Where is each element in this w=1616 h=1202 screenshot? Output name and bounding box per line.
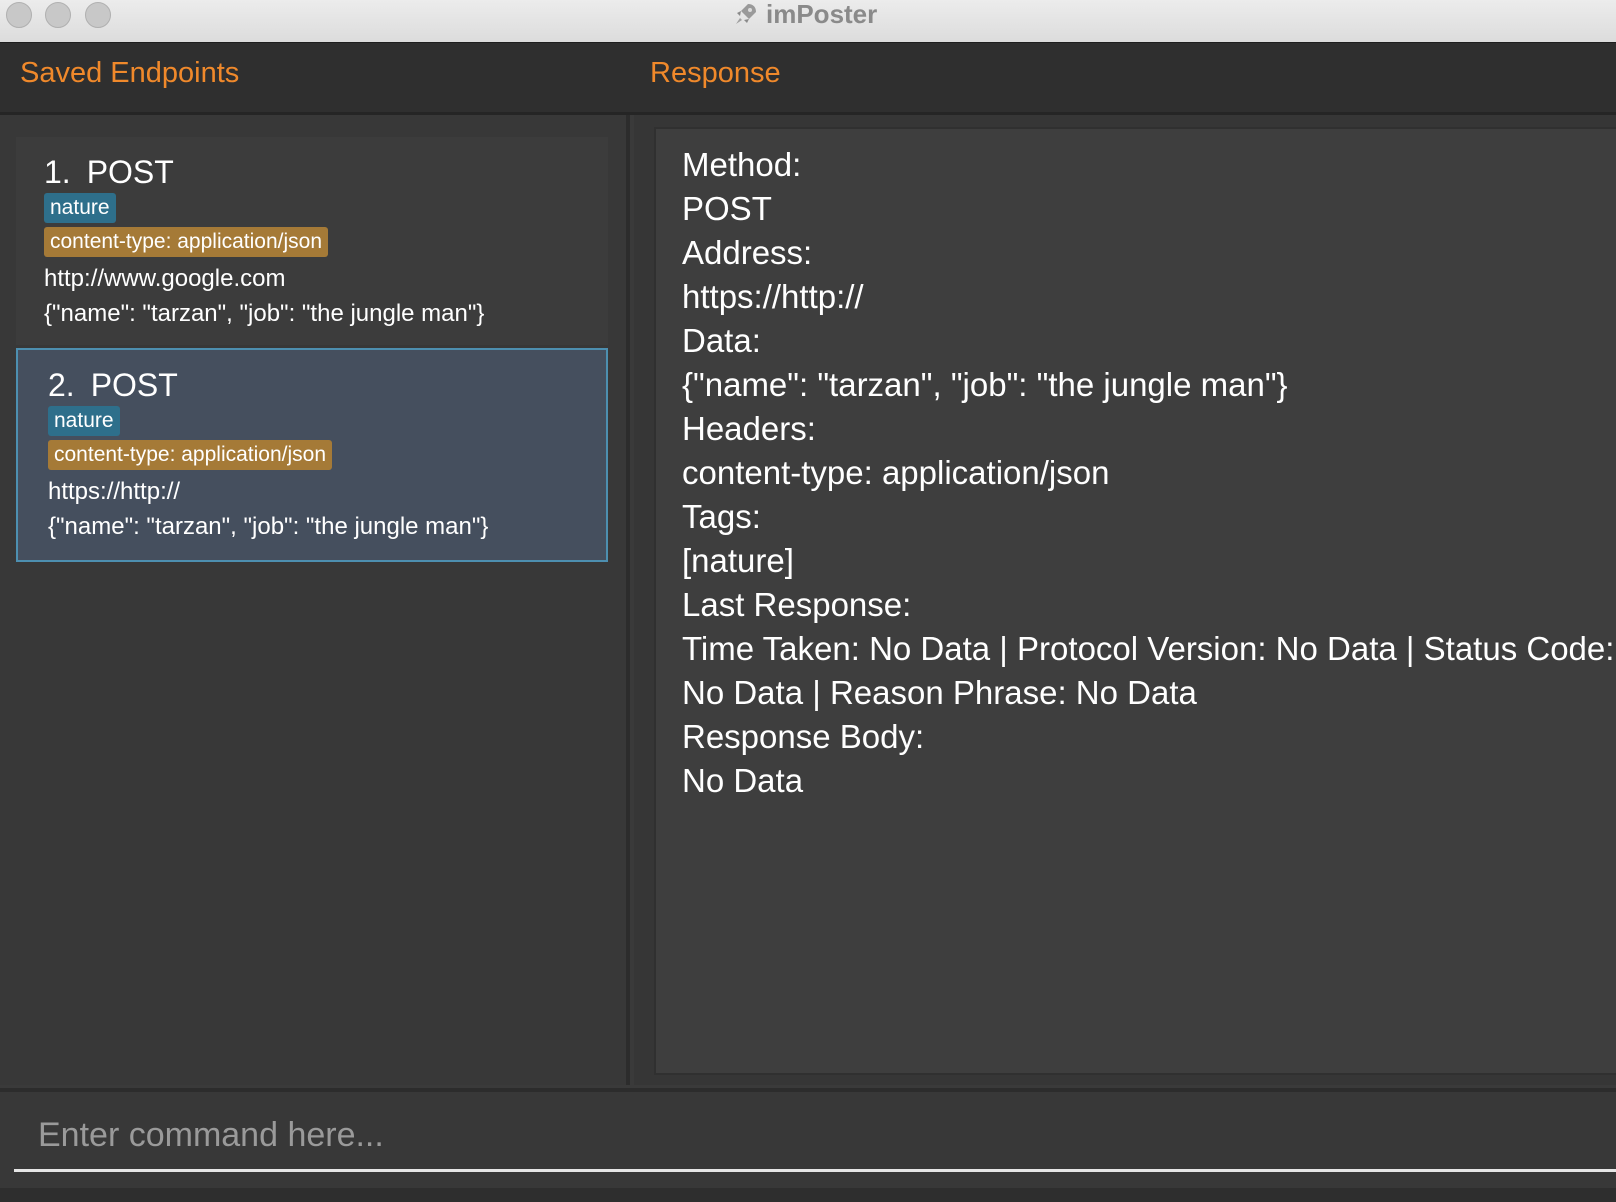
command-box — [0, 1088, 1616, 1202]
minimize-window-button[interactable] — [45, 2, 71, 28]
endpoint-method: POST — [90, 367, 178, 403]
response-address-label: Address: — [682, 234, 813, 271]
response-method-value: POST — [682, 190, 772, 227]
response-address-value: https://http:// — [682, 278, 864, 315]
response-body-label: Response Body: — [682, 718, 925, 755]
response-tags-label: Tags: — [682, 498, 761, 535]
response-panel: Method: POST Address: https://http:// Da… — [634, 115, 1616, 1085]
endpoint-title: 2. POST — [48, 366, 578, 404]
response-body-value: No Data — [682, 762, 804, 799]
saved-endpoints-title: Saved Endpoints — [20, 57, 240, 89]
response-last-response-label: Last Response: — [682, 586, 912, 623]
response-method-label: Method: — [682, 146, 802, 183]
app-title-text: imPoster — [766, 0, 878, 29]
endpoint-method: POST — [86, 154, 174, 190]
endpoint-card-1[interactable]: 1. POST nature content-type: application… — [16, 137, 608, 345]
endpoint-card-2[interactable]: 2. POST nature content-type: application… — [16, 348, 608, 562]
panel-header-bar: Saved Endpoints Response — [0, 43, 1616, 115]
response-title: Response — [650, 57, 781, 89]
endpoint-index: 2. — [48, 367, 75, 403]
response-last-response-line-1: Time Taken: No Data | Protocol Version: … — [682, 630, 1615, 667]
command-input[interactable] — [14, 1102, 1616, 1172]
endpoint-title: 1. POST — [44, 153, 580, 191]
header-chip: content-type: application/json — [44, 227, 329, 257]
response-headers-value: content-type: application/json — [682, 454, 1110, 491]
response-headers-label: Headers: — [682, 410, 816, 447]
response-data-label: Data: — [682, 322, 761, 359]
zoom-window-button[interactable] — [85, 2, 111, 28]
tag-chip: nature — [48, 406, 120, 436]
header-chip: content-type: application/json — [48, 440, 333, 470]
app-title: imPoster — [734, 0, 878, 29]
endpoint-address: http://www.google.com — [44, 265, 286, 292]
response-data-value: {"name": "tarzan", "job": "the jungle ma… — [682, 366, 1288, 403]
endpoint-data: {"name": "tarzan", "job": "the jungle ma… — [44, 300, 485, 327]
response-tags-value: [nature] — [682, 542, 794, 579]
tag-chip: nature — [44, 193, 116, 223]
status-bar — [0, 1188, 1616, 1202]
endpoint-list[interactable]: 1. POST nature content-type: application… — [0, 115, 630, 1085]
window-title-bar: imPoster — [0, 0, 1616, 43]
response-text-area[interactable]: Method: POST Address: https://http:// Da… — [654, 127, 1616, 1075]
close-window-button[interactable] — [6, 2, 32, 28]
endpoint-data: {"name": "tarzan", "job": "the jungle ma… — [48, 513, 489, 540]
response-last-response-line-2: No Data | Reason Phrase: No Data — [682, 674, 1197, 711]
endpoint-index: 1. — [44, 154, 71, 190]
rocket-icon — [734, 2, 758, 26]
endpoint-address: https://http:// — [48, 478, 181, 505]
